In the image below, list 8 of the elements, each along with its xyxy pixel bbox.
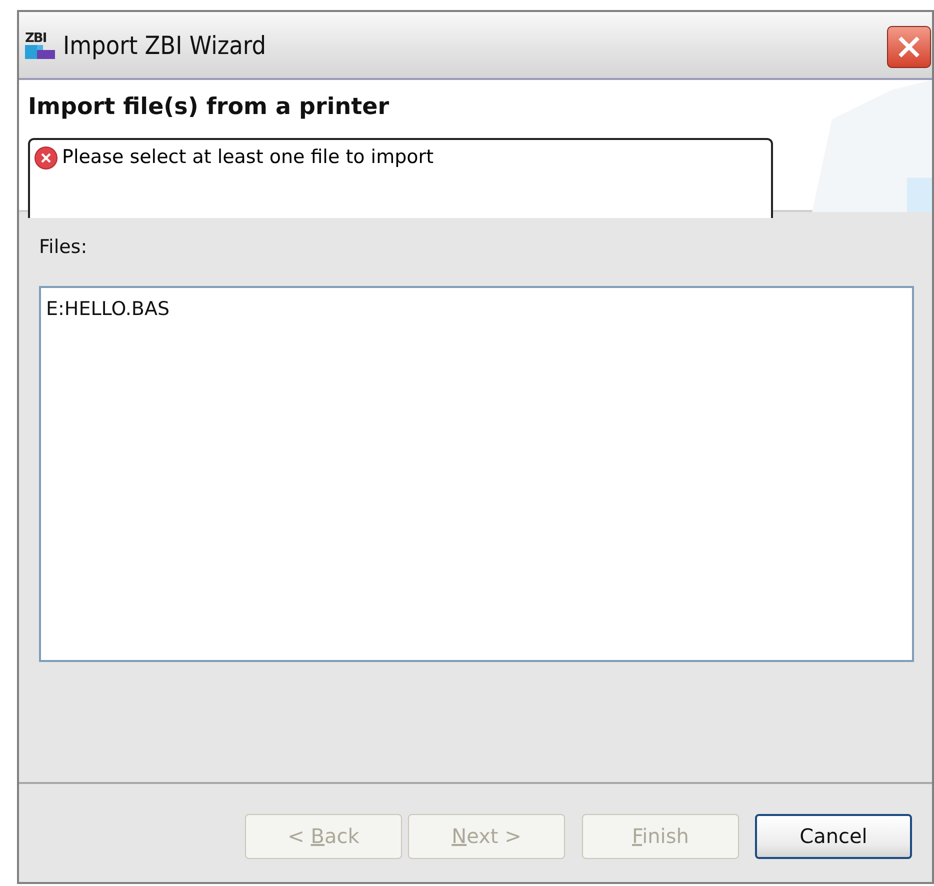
error-message: Please select at least one file to import <box>62 146 434 168</box>
close-button[interactable] <box>887 26 931 68</box>
file-item[interactable]: E:HELLO.BAS <box>46 298 907 320</box>
page-title: Import file(s) from a printer <box>28 94 390 120</box>
window-title: Import ZBI Wizard <box>63 30 266 60</box>
files-label: Files: <box>39 236 88 258</box>
wizard-button[interactable]: Cancel <box>755 814 912 858</box>
error-icon <box>34 146 58 170</box>
